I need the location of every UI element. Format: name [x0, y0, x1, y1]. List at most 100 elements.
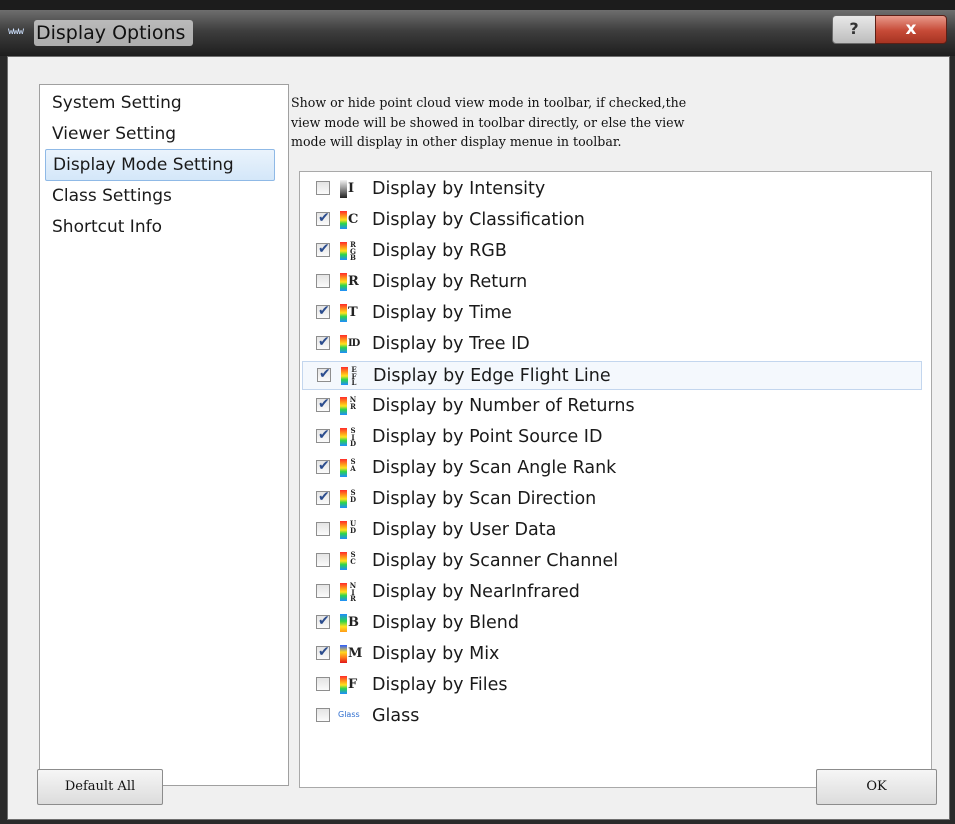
mode-checkbox[interactable]: ✔	[316, 489, 330, 505]
mode-label: Display by Classification	[372, 210, 585, 230]
checkmark-icon: ✔	[318, 644, 330, 660]
mode-checkbox[interactable]	[316, 584, 330, 598]
dialog-body: System Setting Viewer Setting Display Mo…	[7, 56, 950, 820]
files-icon: F	[340, 675, 364, 695]
number-of-returns-icon: NR	[340, 396, 364, 416]
near-infrared-icon: NIR	[340, 582, 364, 602]
mode-label: Display by Return	[372, 272, 528, 292]
display-mode-list: I Display by Intensity ✔ C Display by Classi…	[299, 171, 932, 788]
mode-checkbox[interactable]	[316, 677, 330, 691]
mode-checkbox[interactable]	[316, 522, 330, 536]
settings-category-list: System Setting Viewer Setting Display Mo…	[39, 84, 289, 786]
blend-icon: B	[340, 613, 364, 633]
mode-checkbox[interactable]: ✔	[316, 210, 330, 226]
user-data-icon: UD	[340, 520, 364, 540]
nav-item-class-settings[interactable]: Class Settings	[48, 181, 176, 211]
display-mode-row[interactable]: ✔ C Display by Classification	[300, 205, 931, 236]
checkmark-icon: ✔	[318, 334, 330, 350]
ok-button[interactable]: OK	[816, 769, 937, 805]
display-mode-row[interactable]: ✔ E F L Display by Edge Flight Line	[302, 361, 922, 390]
display-mode-row[interactable]: N I R Display by NearInfrared	[300, 577, 931, 608]
mode-label: Display by Intensity	[372, 179, 546, 199]
checkmark-icon: ✔	[318, 210, 330, 226]
scan-direction-icon: SD	[340, 489, 364, 509]
display-mode-row[interactable]: ✔ B Display by Blend	[300, 608, 931, 639]
rgb-icon: RGB	[340, 241, 364, 261]
mode-label: Display by User Data	[372, 520, 557, 540]
display-mode-row[interactable]: ✔ S I D Display by Point Source ID	[300, 422, 931, 453]
nav-item-shortcut-info[interactable]: Shortcut Info	[48, 212, 166, 242]
mode-label: Display by RGB	[372, 241, 507, 261]
mode-checkbox[interactable]: ✔	[316, 644, 330, 660]
close-button[interactable]: x	[875, 15, 947, 44]
mix-icon: M	[340, 644, 364, 664]
mode-label: Display by Time	[372, 303, 512, 323]
mode-label: Glass	[372, 706, 420, 726]
mode-label: Display by Edge Flight Line	[373, 366, 611, 386]
nav-item-system-setting[interactable]: System Setting	[48, 88, 186, 118]
mode-label: Display by Scan Direction	[372, 489, 597, 509]
mode-label: Display by Tree ID	[372, 334, 530, 354]
mode-label: Display by NearInfrared	[372, 582, 580, 602]
mode-checkbox[interactable]: ✔	[317, 366, 331, 382]
mode-label: Display by Point Source ID	[372, 427, 603, 447]
default-all-button[interactable]: Default All	[37, 769, 163, 805]
classification-icon: C	[340, 210, 364, 230]
help-button[interactable]: ?	[832, 15, 876, 44]
nav-item-display-mode-setting[interactable]: Display Mode Setting	[45, 149, 275, 181]
mode-checkbox[interactable]: ✔	[316, 427, 330, 443]
title-bar[interactable]: www Display Options ? x	[0, 10, 955, 56]
display-mode-row[interactable]: S C Display by Scanner Channel	[300, 546, 931, 577]
time-icon: T	[340, 303, 364, 323]
display-mode-row[interactable]: ✔ N R Display by Number of Returns	[300, 391, 931, 422]
display-mode-row[interactable]: ✔ T Display by Time	[300, 298, 931, 329]
return-icon: R	[340, 272, 364, 292]
checkmark-icon: ✔	[318, 396, 330, 412]
display-mode-row[interactable]: Glass Glass	[300, 701, 931, 732]
mode-checkbox[interactable]	[316, 181, 330, 195]
display-mode-row[interactable]: ✔ M Display by Mix	[300, 639, 931, 670]
display-mode-row[interactable]: ✔ R G B Display by RGB	[300, 236, 931, 267]
intensity-icon: I	[340, 179, 364, 199]
checkmark-icon: ✔	[318, 241, 330, 257]
window-title: Display Options	[34, 20, 194, 46]
checkmark-icon: ✔	[318, 613, 330, 629]
checkmark-icon: ✔	[318, 427, 330, 443]
display-mode-row[interactable]: U D Display by User Data	[300, 515, 931, 546]
scanner-channel-icon: SC	[340, 551, 364, 571]
checkmark-icon: ✔	[318, 489, 330, 505]
app-icon: www	[8, 26, 24, 37]
display-mode-row[interactable]: ✔ S D Display by Scan Direction	[300, 484, 931, 515]
mode-checkbox[interactable]: ✔	[316, 396, 330, 412]
scan-angle-rank-icon: SA	[340, 458, 364, 478]
glass-icon: Glass	[338, 710, 360, 719]
point-source-id-icon: SID	[340, 427, 364, 447]
mode-checkbox[interactable]	[316, 708, 330, 722]
checkmark-icon: ✔	[318, 458, 330, 474]
mode-label: Display by Mix	[372, 644, 500, 664]
nav-item-viewer-setting[interactable]: Viewer Setting	[48, 119, 180, 149]
checkmark-icon: ✔	[318, 303, 330, 319]
mode-checkbox[interactable]: ✔	[316, 458, 330, 474]
description-text: Show or hide point cloud view mode in to…	[291, 95, 687, 149]
mode-checkbox[interactable]: ✔	[316, 241, 330, 257]
edge-flight-line-icon: EFL	[341, 366, 365, 386]
mode-checkbox[interactable]: ✔	[316, 334, 330, 350]
display-mode-row[interactable]: F Display by Files	[300, 670, 931, 701]
mode-label: Display by Scan Angle Rank	[372, 458, 617, 478]
mode-checkbox[interactable]: ✔	[316, 303, 330, 319]
display-mode-row[interactable]: ✔ S A Display by Scan Angle Rank	[300, 453, 931, 484]
mode-label: Display by Files	[372, 675, 508, 695]
mode-checkbox[interactable]	[316, 553, 330, 567]
display-mode-row[interactable]: I Display by Intensity	[300, 174, 931, 205]
display-mode-row[interactable]: R Display by Return	[300, 267, 931, 298]
tree-id-icon: ID	[340, 334, 364, 354]
background-window-strip	[0, 0, 955, 10]
mode-checkbox[interactable]	[316, 274, 330, 288]
checkmark-icon: ✔	[319, 366, 331, 382]
display-mode-row[interactable]: ✔ ID Display by Tree ID	[300, 329, 931, 360]
mode-label: Display by Number of Returns	[372, 396, 635, 416]
mode-checkbox[interactable]: ✔	[316, 613, 330, 629]
mode-label: Display by Blend	[372, 613, 519, 633]
display-options-dialog: www Display Options ? x System Setting V…	[0, 10, 955, 824]
